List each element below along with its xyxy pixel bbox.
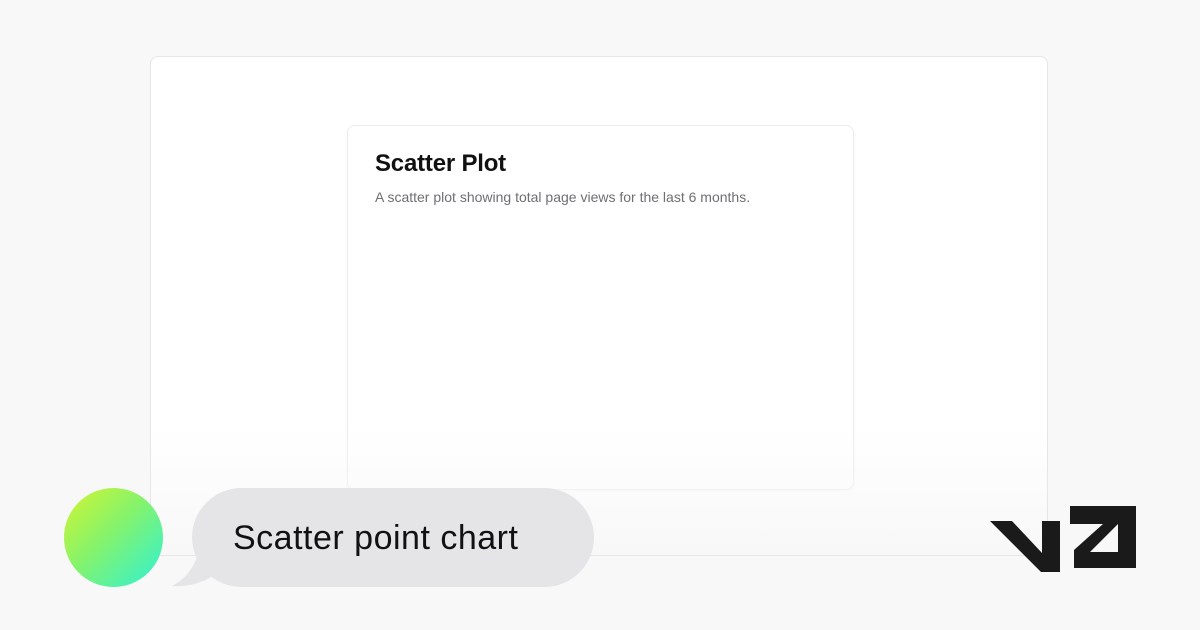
preview-frame: Scatter Plot A scatter plot showing tota… [150,56,1048,556]
card-description: A scatter plot showing total page views … [375,189,751,205]
chat-bubble: Scatter point chart [192,488,594,587]
v0-logo-icon [990,506,1136,572]
chat-message: Scatter point chart [233,519,519,557]
card-title: Scatter Plot [375,150,506,177]
avatar [64,488,163,587]
